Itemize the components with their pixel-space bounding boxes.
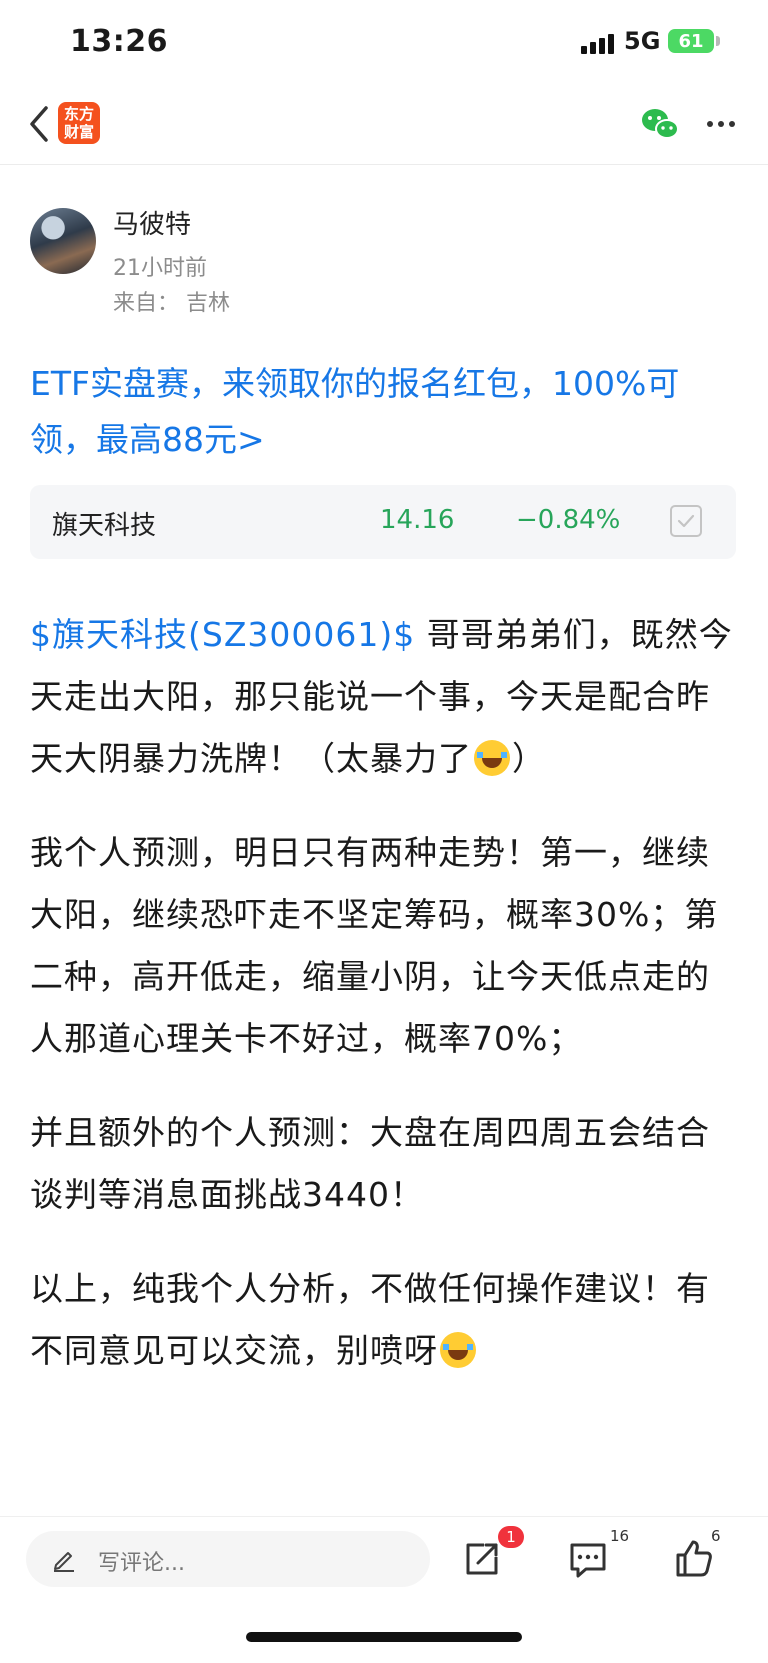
post-paragraph-3: 并且额外的个人预测：大盘在周四周五会结合谈判等消息面挑战3440！ (30, 1113, 710, 1214)
battery-tip (716, 36, 720, 46)
more-icon[interactable] (706, 114, 736, 134)
author-name[interactable]: 马彼特 (113, 204, 191, 241)
share-badge: 1 (498, 1526, 524, 1548)
comment-placeholder: 写评论... (98, 1551, 185, 1576)
post-paragraph-4-text: 以上，纯我个人分析，不做任何操作建议！有不同意见可以交流，别喷呀 (30, 1269, 710, 1370)
post-paragraph-1: $旗天科技(SZ300061)$ 哥哥弟弟们，既然今天走出大阳，那只能说一个事，… (30, 604, 740, 790)
like-count: 6 (711, 1527, 721, 1545)
comment-icon[interactable] (566, 1537, 610, 1581)
laughing-tears-emoji-icon (474, 740, 510, 776)
stock-card[interactable]: 旗天科技 14.16 −0.84% (30, 485, 736, 559)
pen-icon (54, 1552, 74, 1572)
post-paragraph-2: 我个人预测，明日只有两种走势！第一，继续大阳，继续恐吓走不坚定筹码，概率30%；… (30, 833, 719, 1058)
add-watchlist-checkbox[interactable] (670, 505, 702, 537)
network-type: 5G (624, 27, 661, 55)
stock-name: 旗天科技 (52, 511, 157, 541)
promo-link[interactable]: ETF实盘赛，来领取你的报名红包，100%可领，最高88元> (30, 356, 730, 468)
comment-count: 16 (610, 1527, 630, 1545)
thumbs-up-icon[interactable] (672, 1537, 716, 1581)
share-icon[interactable] (460, 1537, 504, 1581)
signal-icon (581, 30, 614, 54)
back-arrow-icon[interactable] (24, 104, 54, 144)
stock-price: 14.16 (380, 505, 455, 535)
status-time: 13:26 (70, 24, 168, 59)
battery-level: 61 (678, 30, 704, 52)
app-logo: 东方 财富 (58, 102, 100, 144)
post-location: 来自： 吉林 (113, 291, 230, 316)
crying-laughing-emoji-icon (440, 1332, 476, 1368)
post-content: $旗天科技(SZ300061)$ 哥哥弟弟们，既然今天走出大阳，那只能说一个事，… (30, 604, 740, 1414)
wechat-share-icon[interactable] (640, 106, 680, 142)
battery-icon: 61 (668, 29, 714, 53)
avatar[interactable] (30, 208, 96, 274)
stock-change: −0.84% (516, 505, 621, 535)
stock-tag-link[interactable]: $旗天科技(SZ300061)$ (30, 615, 415, 654)
home-indicator[interactable] (246, 1632, 522, 1642)
nav-bar: 东方 财富 (0, 88, 768, 165)
status-bar: 13:26 5G 61 (0, 0, 768, 88)
post-paragraph-1-end: ） (512, 739, 546, 778)
post-time: 21小时前 (113, 256, 207, 281)
comment-input[interactable]: 写评论... (26, 1531, 430, 1587)
post-paragraph-4: 以上，纯我个人分析，不做任何操作建议！有不同意见可以交流，别喷呀 (30, 1258, 740, 1382)
logo-line1: 东方 (63, 105, 94, 123)
logo-line2: 财富 (63, 123, 94, 141)
check-icon (677, 514, 695, 528)
